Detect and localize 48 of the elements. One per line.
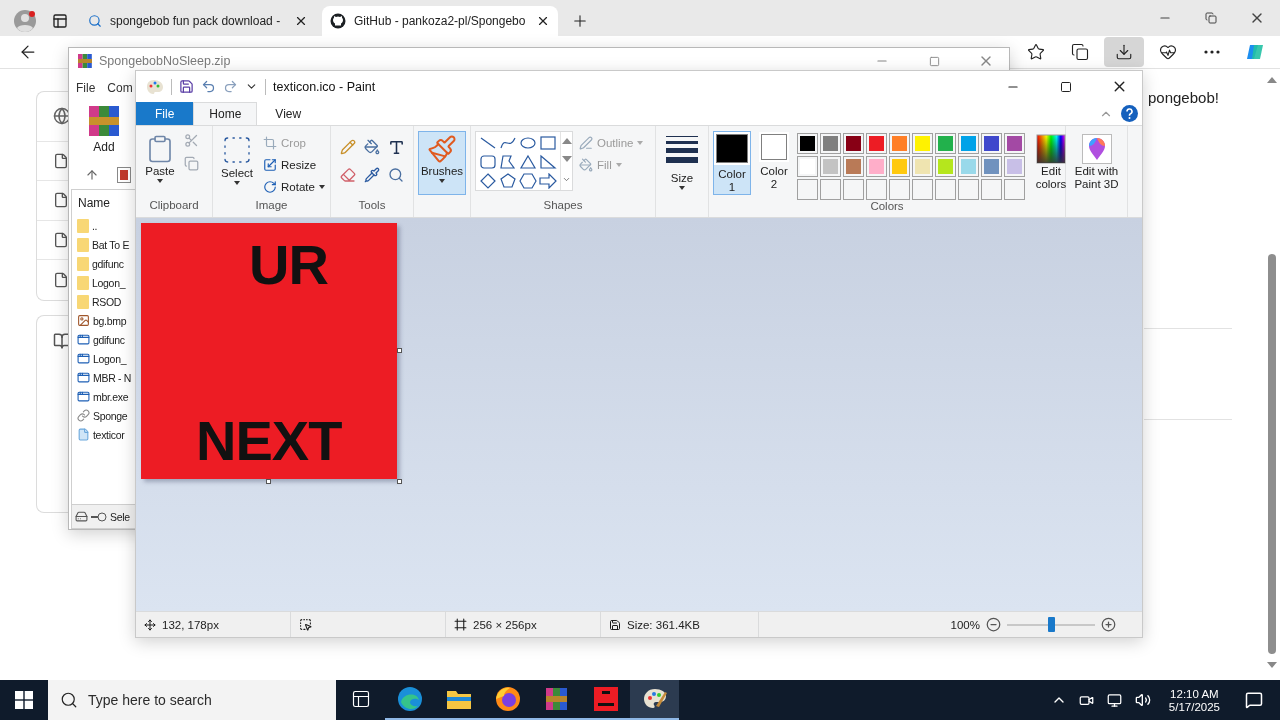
browser-tab[interactable]: spongebob fun pack download - bbox=[80, 6, 316, 36]
ribbon-tab[interactable]: File bbox=[136, 102, 194, 125]
file-name[interactable]: Sponge bbox=[93, 409, 128, 422]
file-name[interactable]: Bat To E bbox=[92, 238, 130, 251]
file-name[interactable]: texticor bbox=[93, 428, 125, 441]
clock-date: 5/17/2025 bbox=[1168, 700, 1220, 713]
brushes-button[interactable]: Brushes bbox=[418, 131, 466, 195]
clock[interactable]: 12:10 AM 5/17/2025 bbox=[1158, 687, 1230, 713]
file-name[interactable]: MBR - N bbox=[93, 371, 132, 384]
group-label: Colors bbox=[870, 200, 904, 214]
menu-item[interactable]: File bbox=[76, 80, 96, 95]
image-action-button[interactable]: Rotate bbox=[261, 177, 327, 197]
browser-tab[interactable]: GitHub - pankoza2-pl/Spongebo bbox=[322, 6, 558, 36]
status-text: Sele bbox=[110, 510, 130, 523]
window-title: texticon.ico - Paint bbox=[273, 79, 376, 94]
select-button[interactable]: Select bbox=[217, 131, 257, 195]
file-name[interactable]: gdifunc bbox=[93, 333, 125, 346]
group-label: Shapes bbox=[543, 199, 583, 213]
column-header[interactable]: Name bbox=[72, 190, 132, 216]
menu-item[interactable]: Com bbox=[107, 80, 133, 95]
ribbon-tab[interactable]: View bbox=[259, 102, 318, 125]
add-button[interactable]: Add bbox=[87, 104, 121, 154]
image-action-button[interactable]: Resize bbox=[261, 155, 327, 175]
image-dimensions: 256 × 256px bbox=[473, 618, 537, 631]
file-name[interactable]: Logon_ bbox=[93, 352, 127, 365]
file-name[interactable]: RSOD bbox=[92, 295, 122, 308]
paste-button[interactable]: Paste bbox=[140, 131, 180, 195]
window-title: SpongebobNoSleep.zip bbox=[99, 54, 231, 68]
color-slot-button[interactable]: Color 2 bbox=[755, 131, 793, 195]
zoom-level: 100% bbox=[950, 618, 980, 631]
file-name[interactable]: gdifunc bbox=[92, 257, 124, 270]
cursor-position: 132, 178px bbox=[162, 618, 219, 631]
canvas-text: NEXT bbox=[196, 413, 343, 469]
color-slot-button[interactable]: Color 1 bbox=[713, 131, 751, 195]
ribbon-tab[interactable]: Home bbox=[193, 102, 258, 125]
file-name[interactable]: .. bbox=[92, 219, 98, 232]
canvas-text: UR bbox=[249, 237, 329, 293]
page-text: pongebob! bbox=[1148, 89, 1220, 106]
group-label: Image bbox=[255, 199, 288, 213]
file-size: Size: 361.4KB bbox=[627, 618, 700, 631]
file-name[interactable]: Logon_ bbox=[92, 276, 126, 289]
size-button[interactable]: Size bbox=[662, 131, 702, 195]
search-field[interactable]: Type here to search bbox=[48, 680, 336, 720]
group-label: Clipboard bbox=[149, 199, 199, 213]
file-name[interactable]: mbr.exe bbox=[93, 390, 129, 403]
clock-time: 12:10 AM bbox=[1170, 687, 1219, 700]
file-name[interactable]: bg.bmp bbox=[93, 314, 127, 327]
group-label: Tools bbox=[358, 199, 386, 213]
